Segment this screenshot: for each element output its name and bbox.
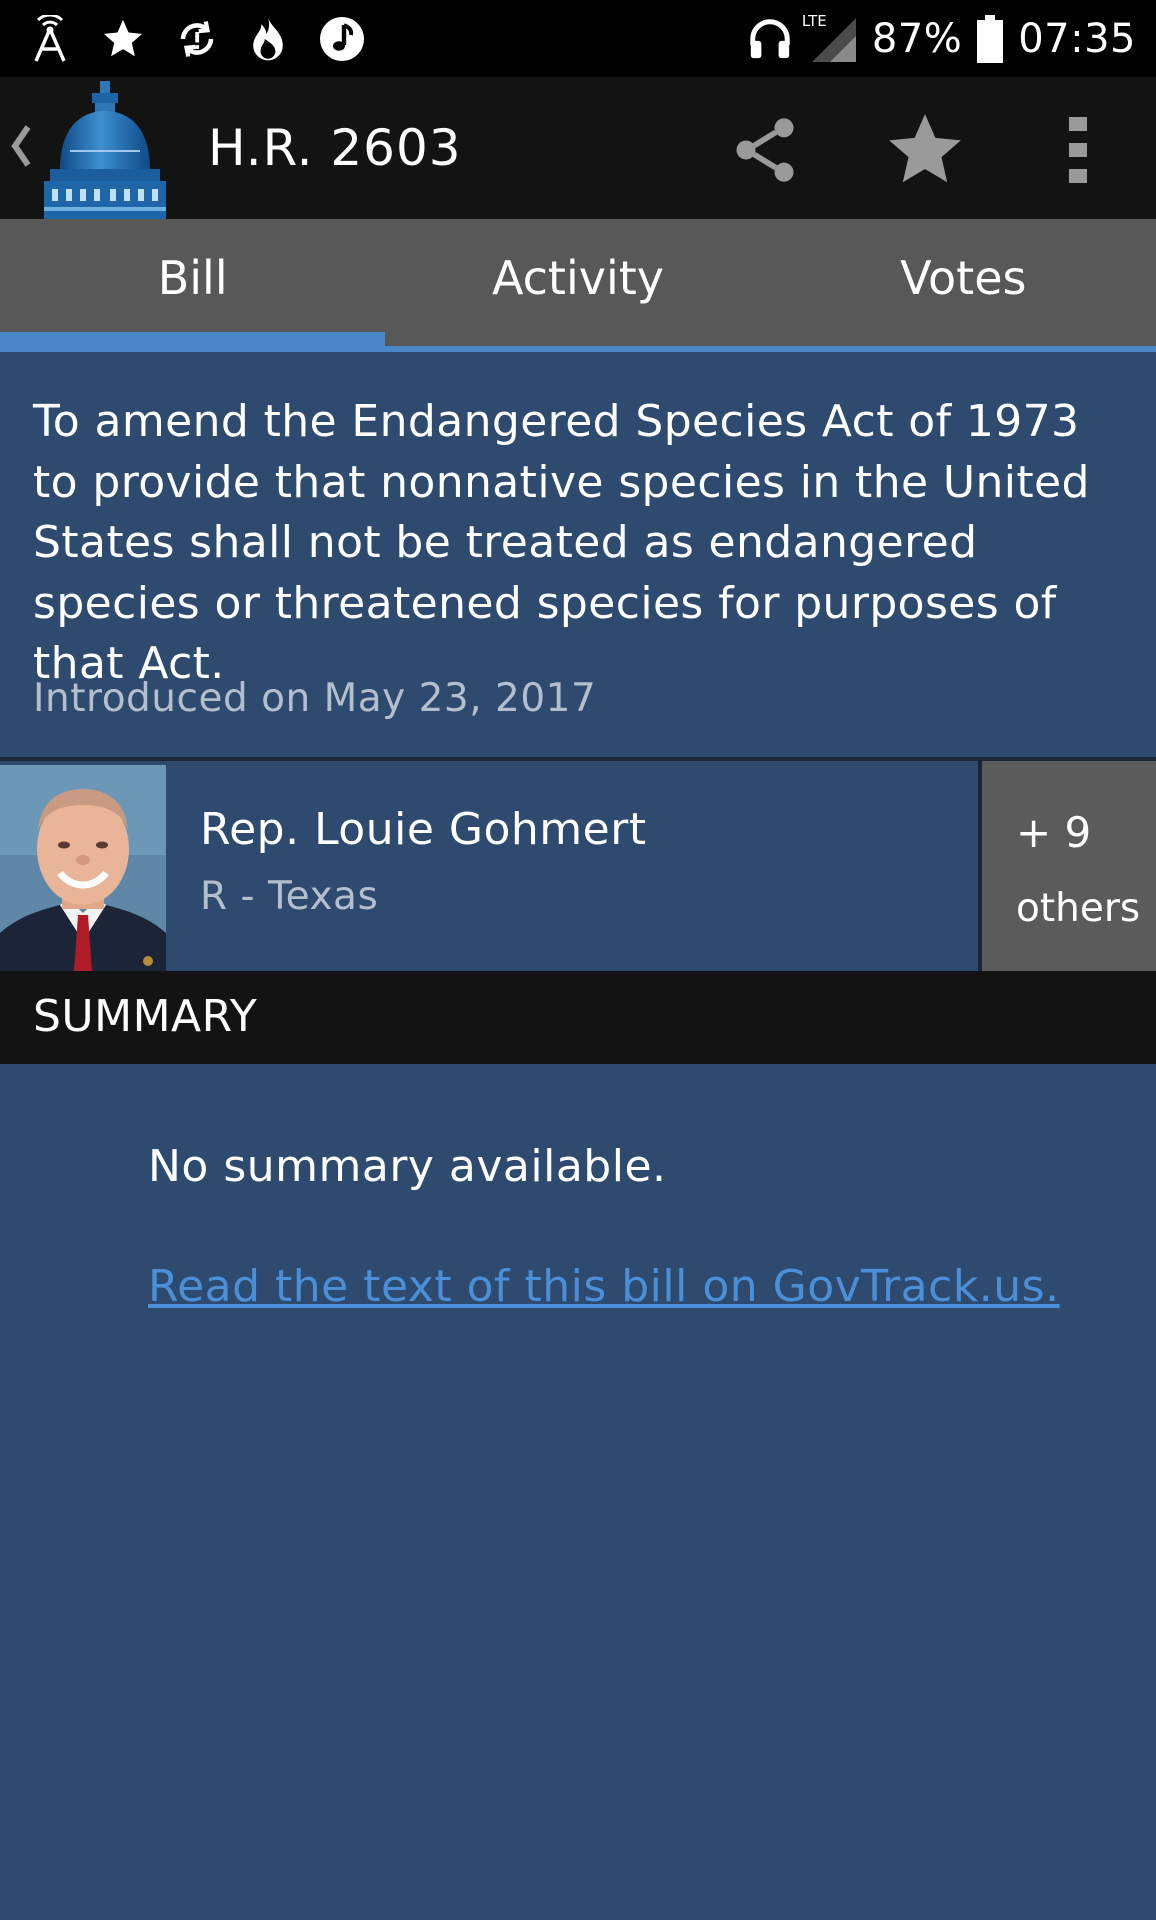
cosponsors-button[interactable]: + 9 others <box>978 761 1156 971</box>
govtrack-link[interactable]: Read the text of this bill on GovTrack.u… <box>148 1257 1060 1317</box>
status-bar: LTE 87% 07:35 <box>0 0 1156 77</box>
cosponsors-count: + 9 <box>1016 808 1092 857</box>
music-note-icon <box>318 15 366 63</box>
share-icon <box>736 118 794 182</box>
tab-votes[interactable]: Votes <box>771 219 1156 346</box>
battery-percent: 87% <box>871 16 963 62</box>
clock: 07:35 <box>1018 16 1136 62</box>
summary-title: SUMMARY <box>33 991 258 1042</box>
battery-icon <box>976 14 1004 64</box>
tab-bar-underline <box>0 346 1156 352</box>
network-type-label: LTE <box>801 12 827 30</box>
introduced-date: Introduced on May 23, 2017 <box>33 676 597 721</box>
summary-header: SUMMARY <box>0 971 1156 1064</box>
headphones-icon <box>746 16 794 62</box>
app-bar: H.R. 2603 <box>0 77 1156 219</box>
back-chevron-icon[interactable] <box>8 121 34 175</box>
sponsor-name: Rep. Louie Gohmert <box>200 804 647 855</box>
tab-bar: Bill Activity Votes <box>0 219 1156 346</box>
active-tab-indicator <box>0 332 385 346</box>
sponsor-party-state: R - Texas <box>200 874 379 919</box>
status-icons-left <box>30 12 366 66</box>
star-icon <box>100 16 146 62</box>
star-icon <box>889 114 961 183</box>
signal-tower-icon <box>30 15 70 63</box>
cosponsors-label: others <box>1016 886 1141 931</box>
sponsor-row[interactable]: Rep. Louie Gohmert R - Texas + 9 others <box>0 761 1156 971</box>
bill-description: To amend the Endangered Species Act of 1… <box>33 396 1090 689</box>
overflow-menu-button[interactable] <box>1033 105 1123 195</box>
favorite-button[interactable] <box>880 105 970 195</box>
tab-activity[interactable]: Activity <box>385 219 770 346</box>
status-icons-right: LTE 87% 07:35 <box>746 12 1136 66</box>
bill-number-title: H.R. 2603 <box>208 119 462 177</box>
flame-icon <box>248 16 288 62</box>
sponsor-photo[interactable] <box>0 765 166 971</box>
tab-bill[interactable]: Bill <box>0 219 385 346</box>
summary-text: No summary available. <box>148 1141 667 1192</box>
sync-icon <box>176 18 218 60</box>
cell-signal-icon: LTE <box>802 12 858 64</box>
overflow-menu-icon <box>1069 117 1087 183</box>
capitol-dome-logo[interactable] <box>40 81 170 223</box>
share-button[interactable] <box>720 105 810 195</box>
